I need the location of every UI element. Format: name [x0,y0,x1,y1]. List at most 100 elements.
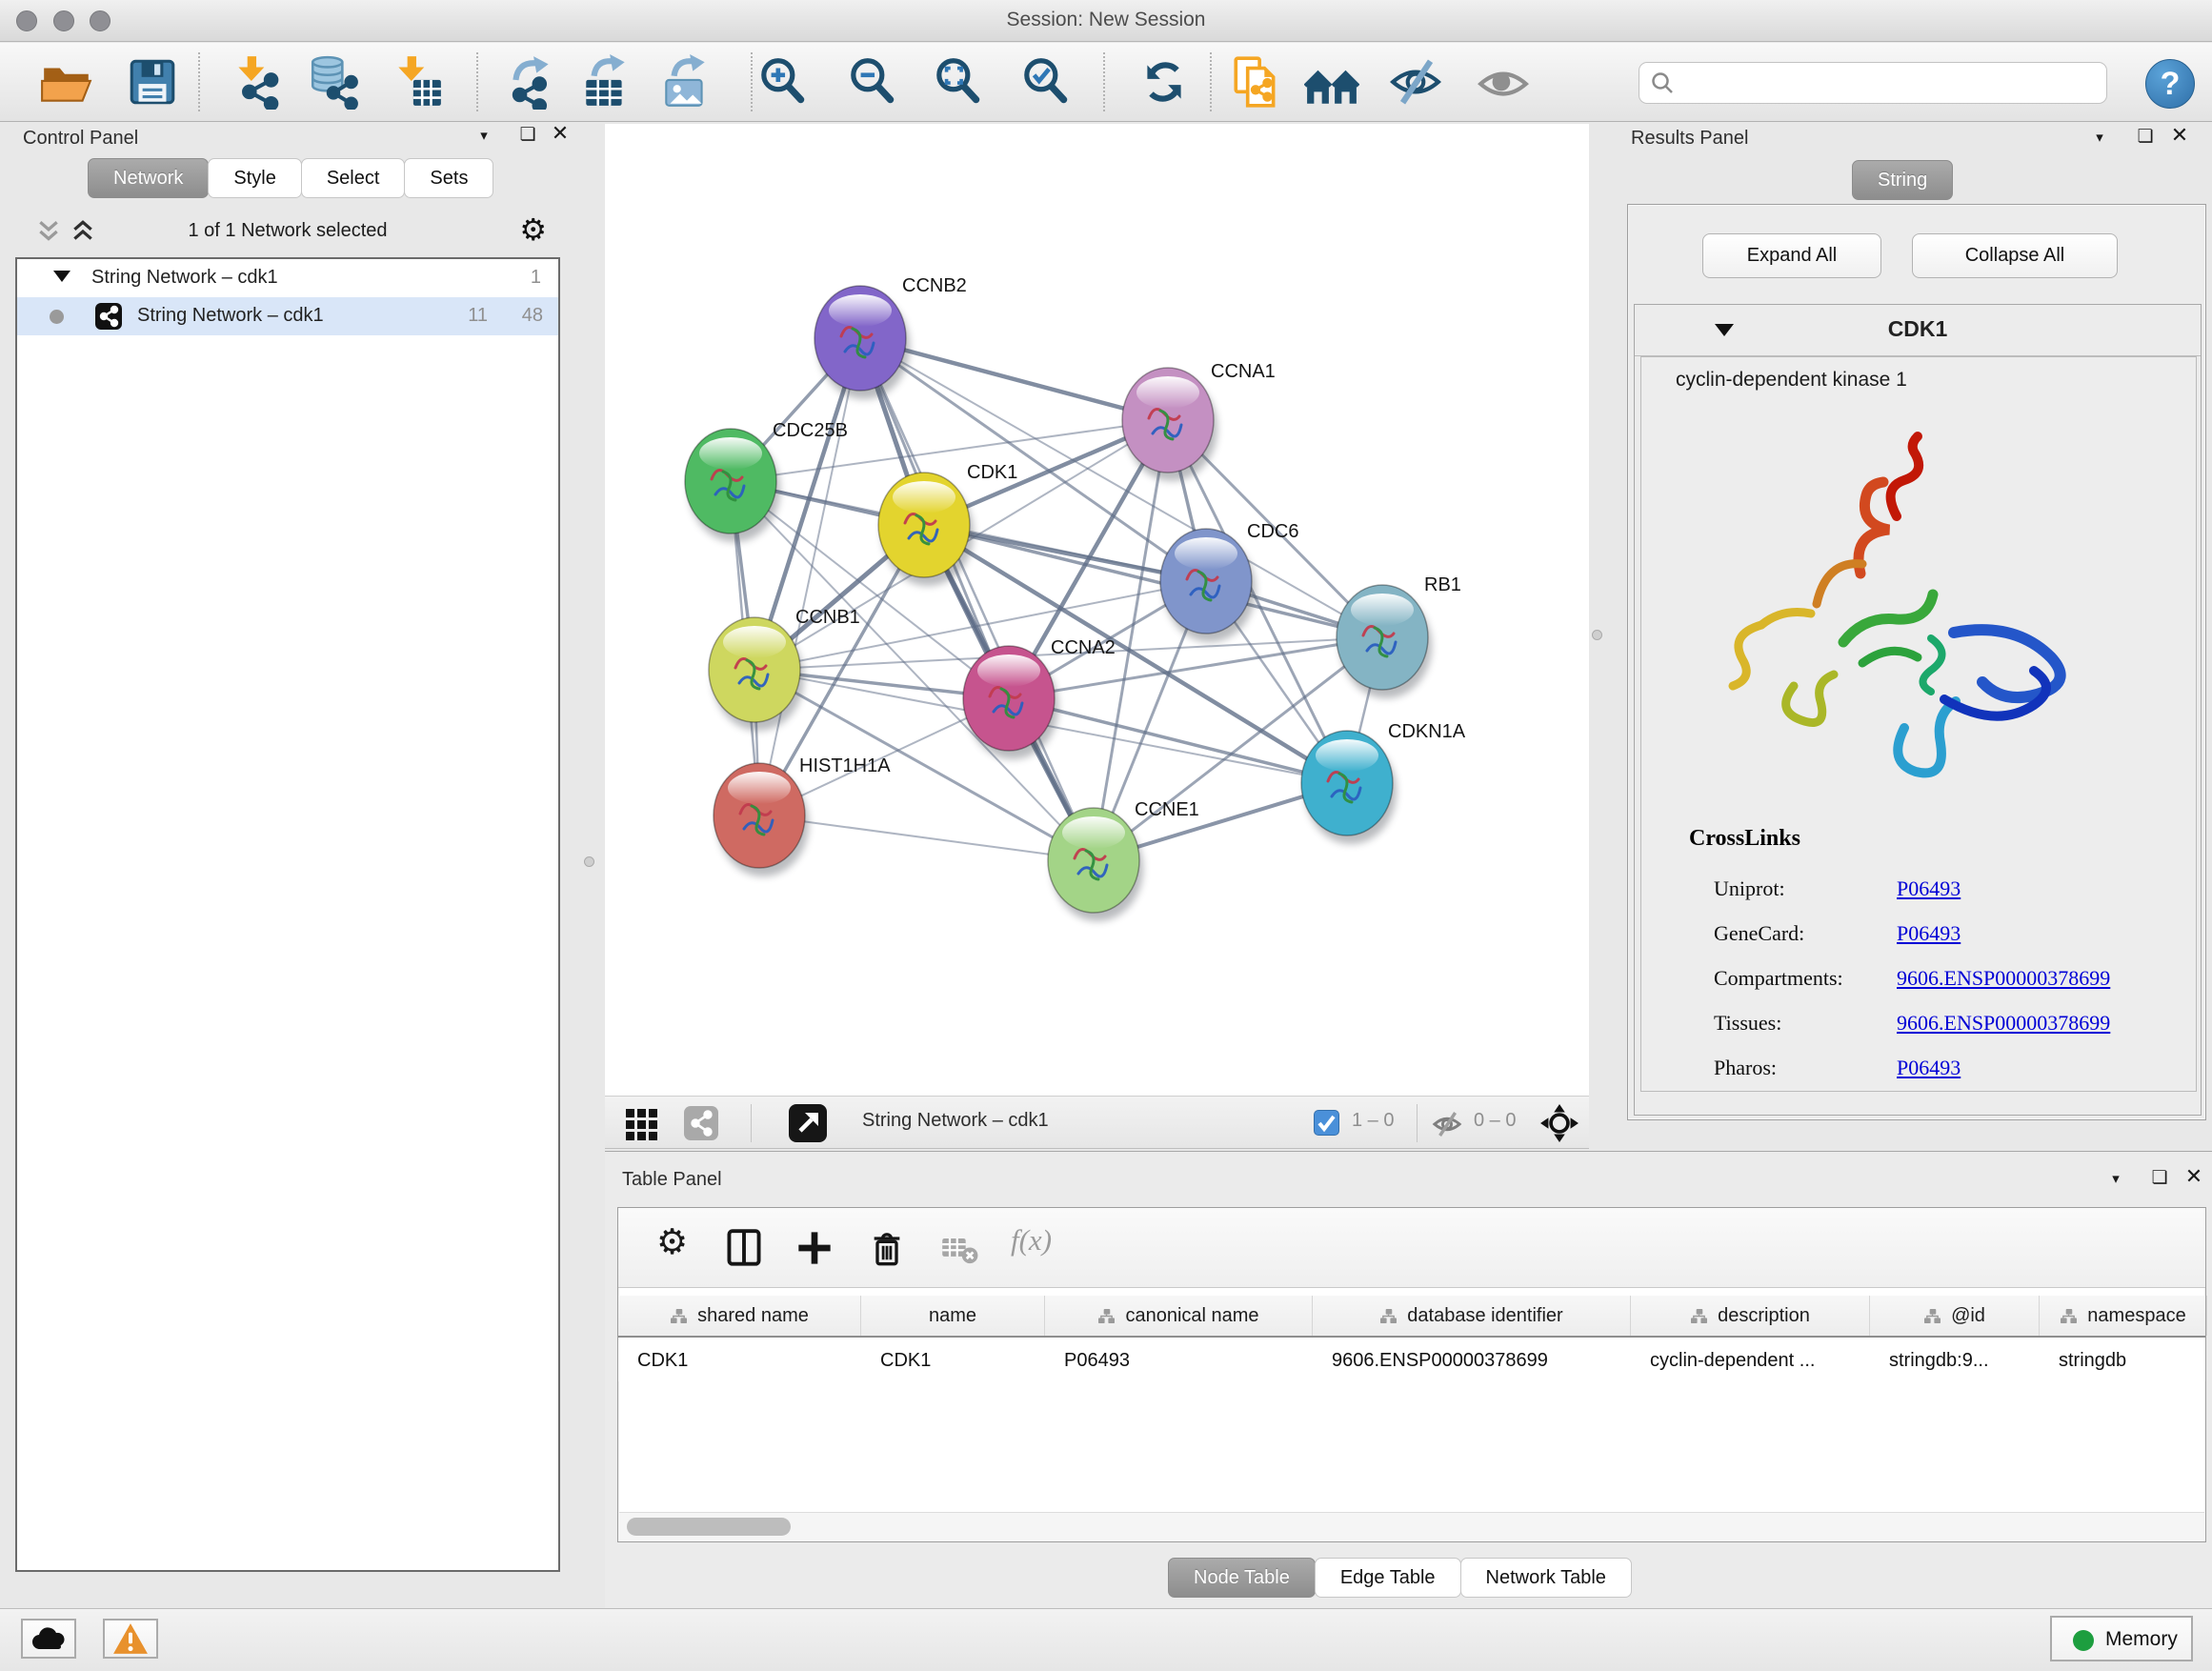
float-panel-icon[interactable]: ❏ [514,124,541,146]
column-header-shared-name[interactable]: shared name [618,1296,861,1336]
export-image-icon[interactable] [658,54,714,110]
tab-string[interactable]: String [1852,160,1953,200]
column-header-description[interactable]: description [1631,1296,1870,1336]
network-node-CDC25B[interactable] [685,429,780,542]
crosslink-value-link[interactable]: 9606.ENSP00000378699 [1897,1011,2110,1036]
reposition-crosshair-icon[interactable] [1539,1103,1579,1148]
network-node-CCNA2[interactable] [963,646,1058,759]
tab-network-table[interactable]: Network Table [1460,1558,1632,1598]
search-input[interactable] [1639,62,2107,104]
tab-edge-table[interactable]: Edge Table [1315,1558,1461,1598]
table-row[interactable]: CDK1CDK1P064939606.ENSP00000378699cyclin… [618,1339,2205,1381]
column-label: database identifier [1407,1305,1562,1327]
network-node-CCNB2[interactable] [814,286,910,399]
import-table-icon[interactable] [390,54,445,110]
import-network-database-icon[interactable] [306,54,361,110]
network-node-CDC6[interactable] [1160,529,1256,642]
export-table-icon[interactable] [578,54,633,110]
network-node-HIST1H1A[interactable] [714,763,809,876]
close-panel-icon[interactable]: ✕ [2181,1164,2207,1189]
network-view-canvas[interactable]: CCNB2CCNA1CDC25BCDK1CDC6RB1CCNB1CCNA2CDK… [605,124,1589,1096]
tab-select[interactable]: Select [301,158,406,198]
selected-nodes-checkbox[interactable] [1314,1110,1339,1136]
panel-menu-icon[interactable]: ▾ [471,124,497,144]
column-header-name[interactable]: name [861,1296,1045,1336]
zoom-out-icon[interactable] [845,54,900,110]
network-node-CCNB1[interactable] [709,617,804,731]
control-panel-header: Control Panel ▾ ❏ ✕ [11,124,564,156]
zoom-fit-icon[interactable] [931,54,986,110]
column-header-database-identifier[interactable]: database identifier [1313,1296,1631,1336]
column-header-canonical-name[interactable]: canonical name [1045,1296,1313,1336]
scrollbar-thumb[interactable] [627,1518,791,1536]
network-row-selected[interactable]: String Network – cdk1 11 48 [17,297,558,335]
float-panel-icon[interactable]: ❏ [2132,126,2159,148]
show-all-icon[interactable] [1476,54,1531,110]
warnings-button[interactable] [103,1619,158,1659]
network-node-RB1[interactable] [1337,585,1432,698]
copy-network-view-icon[interactable] [1228,54,1283,110]
float-panel-icon[interactable]: ❏ [2146,1167,2173,1189]
tab-sets[interactable]: Sets [404,158,493,198]
close-panel-icon[interactable]: ✕ [2166,123,2193,148]
toolbar-separator [1210,52,1212,111]
network-node-CCNA1[interactable] [1122,368,1217,481]
network-options-gear-icon[interactable]: ⚙ [519,211,547,248]
network-collection-row[interactable]: String Network – cdk1 1 [17,259,558,297]
table-cell[interactable]: stringdb:9... [1870,1339,2040,1381]
create-column-icon[interactable] [795,1229,834,1272]
zoom-in-icon[interactable] [755,54,811,110]
network-overview-icon[interactable] [684,1106,718,1145]
detach-view-icon[interactable] [789,1104,827,1147]
collapse-all-button[interactable]: Collapse All [1912,233,2118,278]
table-cell[interactable]: P06493 [1045,1339,1313,1381]
column-header-@id[interactable]: @id [1870,1296,2040,1336]
table-cell[interactable]: 9606.ENSP00000378699 [1313,1339,1631,1381]
tab-style[interactable]: Style [208,158,301,198]
gene-section-header[interactable]: CDK1 [1635,305,2201,356]
crosslink-value-link[interactable]: P06493 [1897,876,1961,901]
tab-node-table[interactable]: Node Table [1168,1558,1316,1598]
table-cell[interactable]: CDK1 [861,1339,1045,1381]
crosslink-value-link[interactable]: 9606.ENSP00000378699 [1897,966,2110,991]
table-cell[interactable]: cyclin-dependent ... [1631,1339,1870,1381]
birds-eye-grid-icon[interactable] [625,1106,659,1145]
panel-menu-icon[interactable]: ▾ [2102,1167,2129,1187]
crosslinks-block: CrossLinks Uniprot:P06493GeneCard:P06493… [1641,826,2197,1087]
table-cell[interactable]: CDK1 [618,1339,861,1381]
crosslink-value-link[interactable]: P06493 [1897,921,1961,946]
network-node-CDK1[interactable] [878,473,974,586]
hide-selected-icon[interactable] [1388,54,1443,110]
panel-menu-icon[interactable]: ▾ [2086,126,2113,146]
apply-layout-icon[interactable] [1136,54,1192,110]
show-columns-icon[interactable] [725,1229,763,1272]
network-node-CDKN1A[interactable] [1301,731,1397,844]
node-label-CDC6: CDC6 [1247,521,1298,542]
crosslink-value-link[interactable]: P06493 [1897,1056,1961,1080]
save-session-icon[interactable] [125,54,180,110]
network-node-CCNE1[interactable] [1048,808,1143,921]
close-panel-icon[interactable]: ✕ [547,121,573,146]
delete-column-icon[interactable] [868,1229,906,1272]
right-splitter-handle[interactable] [1592,630,1602,640]
table-cell[interactable]: stringdb [2040,1339,2207,1381]
collection-collapse-icon[interactable] [53,271,70,282]
table-options-gear-icon[interactable]: ⚙ [656,1221,688,1262]
table-horizontal-scrollbar[interactable] [619,1512,2204,1540]
left-splitter-handle[interactable] [584,856,594,867]
expand-all-button[interactable]: Expand All [1702,233,1881,278]
zoom-selected-icon[interactable] [1018,54,1074,110]
column-header-namespace[interactable]: namespace [2040,1296,2207,1336]
help-button[interactable]: ? [2145,59,2195,109]
export-network-icon[interactable] [504,54,559,110]
open-session-icon[interactable] [39,54,94,110]
memory-button[interactable]: Memory [2050,1616,2193,1661]
tab-network[interactable]: Network [88,158,209,198]
import-network-file-icon[interactable] [228,54,283,110]
toolbar-separator [1417,1104,1418,1142]
cloud-status-button[interactable] [21,1619,76,1659]
first-neighbors-icon[interactable] [1304,54,1359,110]
network-selection-status: 1 of 1 Network selected [11,220,564,242]
node-label-CCNA2: CCNA2 [1051,637,1116,658]
table-panel: Table Panel ▾ ❏ ✕ ⚙ f(x) shared [605,1151,2212,1608]
